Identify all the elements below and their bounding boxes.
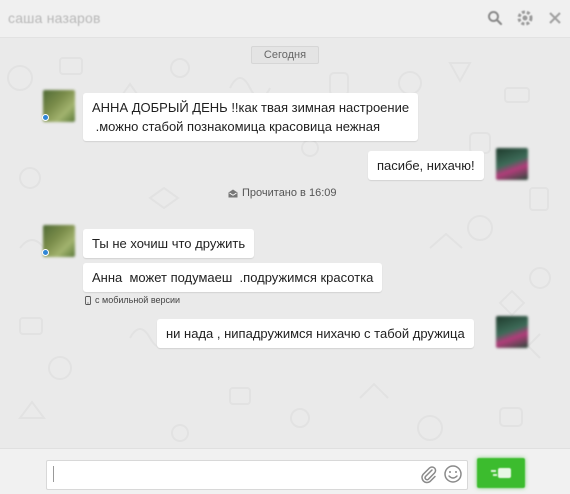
chat-header: саша назаров xyxy=(0,0,570,38)
message-bubble-outgoing[interactable]: ни нада , нипадружимся нихачю с табой др… xyxy=(157,319,474,348)
online-indicator xyxy=(42,114,49,121)
send-icon xyxy=(491,468,511,478)
day-separator: Сегодня xyxy=(251,46,319,64)
settings-icon[interactable] xyxy=(516,9,534,27)
close-icon[interactable] xyxy=(546,9,564,27)
user-avatar[interactable] xyxy=(496,316,528,348)
message-bubble-outgoing[interactable]: пасибе, нихачю! xyxy=(368,151,484,180)
user-avatar[interactable] xyxy=(496,148,528,180)
smiley-icon[interactable] xyxy=(443,464,463,484)
search-icon[interactable] xyxy=(486,9,504,27)
envelope-icon xyxy=(228,189,238,197)
text-caret xyxy=(53,466,54,482)
read-status-text: Прочитано в 16:09 xyxy=(242,187,337,199)
mobile-version-text: с мобильной версии xyxy=(95,295,181,305)
message-bubble-incoming[interactable]: Ты не хочиш что дружить xyxy=(83,229,255,258)
contact-name[interactable]: саша назаров xyxy=(8,10,101,26)
message-list[interactable]: Сегодня АННА ДОБРЫЙ ДЕНЬ !!как твая зимн… xyxy=(0,38,570,448)
message-input[interactable] xyxy=(46,460,468,490)
paperclip-icon[interactable] xyxy=(419,465,439,485)
message-bubble-incoming[interactable]: АННА ДОБРЫЙ ДЕНЬ !!как твая зимная настр… xyxy=(83,93,419,141)
send-button[interactable] xyxy=(477,458,525,488)
message-bubble-incoming[interactable]: Анна может подумаеш .подружимся красотка xyxy=(83,263,383,292)
phone-icon xyxy=(85,295,91,305)
read-status: Прочитано в 16:09 xyxy=(228,187,336,199)
mobile-version-label: с мобильной версии xyxy=(85,295,180,305)
online-indicator xyxy=(42,249,49,256)
